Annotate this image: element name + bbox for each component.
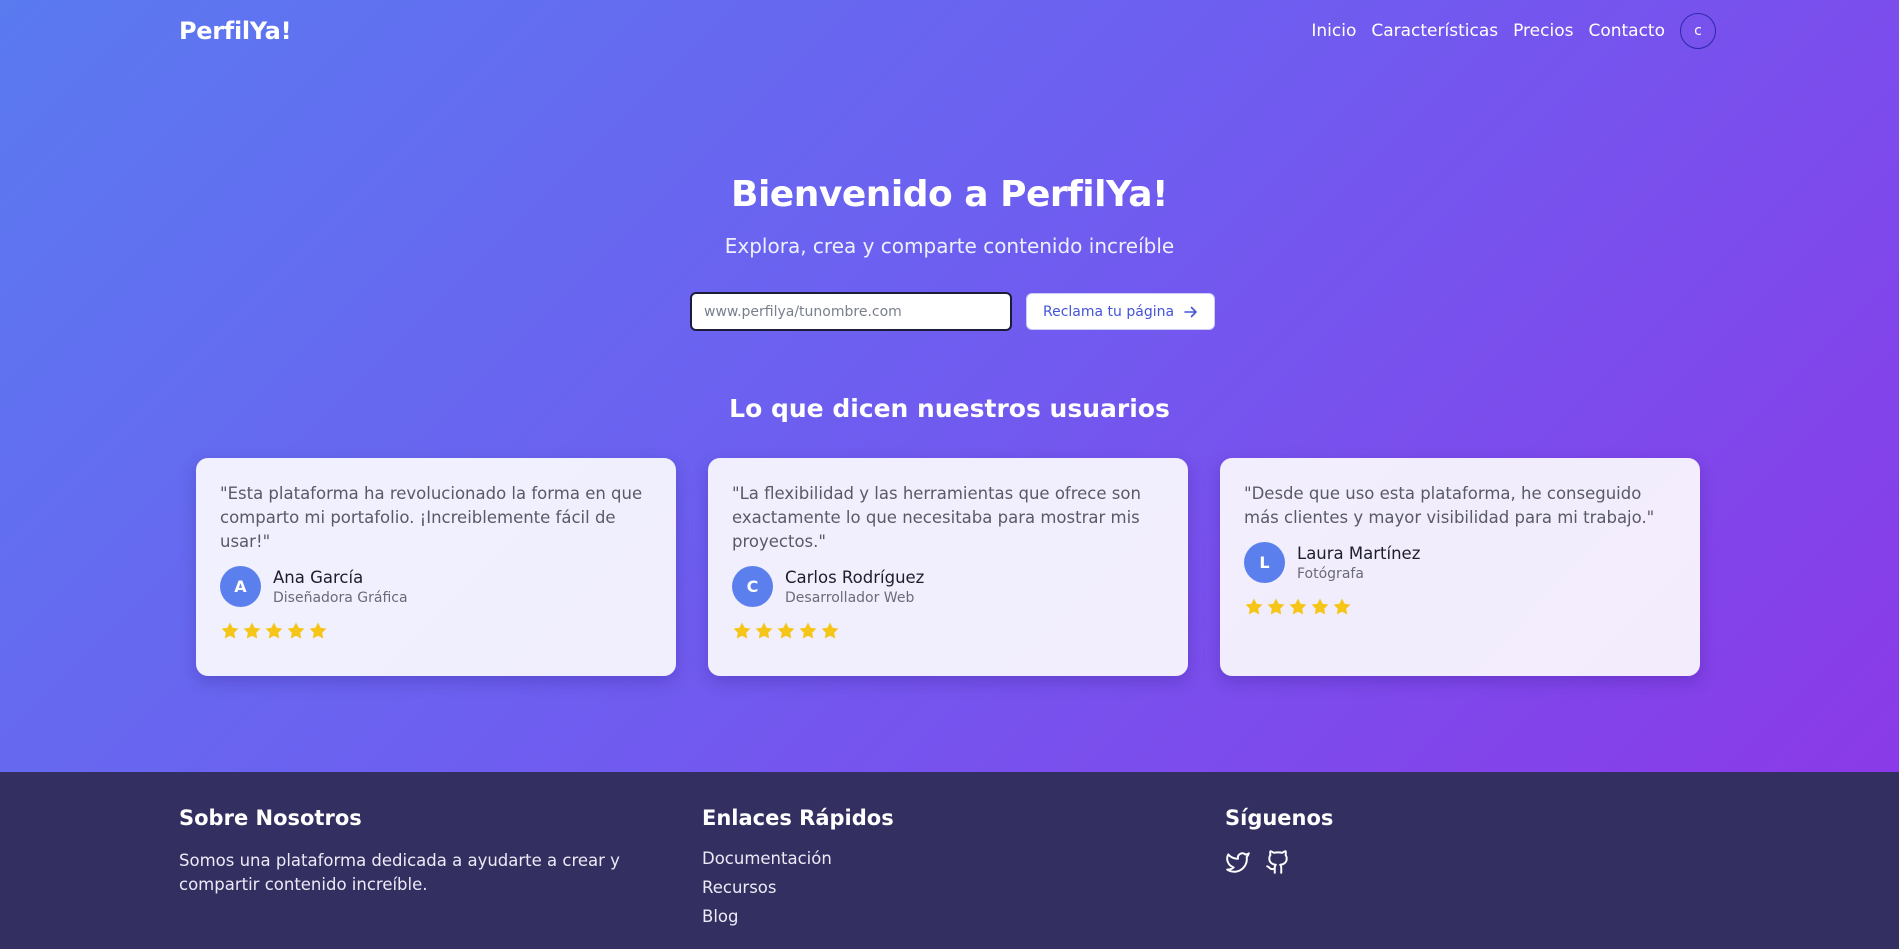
claim-button-label: Reclama tu página [1043,303,1175,320]
footer-link-recursos[interactable]: Recursos [702,878,894,897]
footer-about: Sobre Nosotros Somos una plataforma dedi… [179,806,659,897]
avatar: C [732,566,773,607]
avatar: L [1244,542,1285,583]
star-icon [287,622,305,639]
testimonial-quote: "Esta plataforma ha revolucionado la for… [220,484,643,551]
star-icon [733,622,751,639]
star-icon [821,622,839,639]
footer-about-text: Somos una plataforma dedicada a ayudarte… [179,851,620,894]
hero-section: PerfilYa! Inicio Características Precios… [0,0,1899,772]
footer-social: Síguenos [1225,806,1333,875]
testimonial-card: "Desde que uso esta plataforma, he conse… [1220,458,1700,676]
main-nav: Inicio Características Precios Contacto … [1311,13,1716,49]
footer-links-title: Enlaces Rápidos [702,806,894,830]
star-icon [243,622,261,639]
author-role: Fotógrafa [1297,565,1364,582]
star-rating [1244,597,1676,617]
star-icon [265,622,283,639]
author-name: Laura Martínez [1297,543,1421,563]
footer-about-title: Sobre Nosotros [179,806,362,830]
author-role: Diseñadora Gráfica [273,589,408,606]
claim-page-button[interactable]: Reclama tu página [1026,293,1216,330]
star-icon [777,622,795,639]
star-icon [221,622,239,639]
claim-form: Reclama tu página [690,292,1216,331]
avatar: A [220,566,261,607]
twitter-icon[interactable] [1225,849,1251,875]
footer-social-title: Síguenos [1225,806,1334,830]
testimonial-author: C Carlos Rodríguez Desarrollador Web [732,566,1164,607]
footer-links: Enlaces Rápidos Documentación Recursos B… [702,806,894,936]
nav-link-caracteristicas[interactable]: Características [1371,21,1498,41]
star-icon [1245,598,1263,615]
star-rating [220,621,652,641]
hero-title: Bienvenido a PerfilYa! [731,174,1168,215]
author-name: Carlos Rodríguez [785,567,925,587]
nav-link-inicio[interactable]: Inicio [1311,21,1356,41]
nav-link-precios[interactable]: Precios [1513,21,1573,41]
testimonial-quote: "Desde que uso esta plataforma, he conse… [1244,484,1655,527]
user-avatar-button[interactable]: c [1680,13,1716,49]
author-name: Ana García [273,567,364,587]
star-icon [1289,598,1307,615]
profile-url-input[interactable] [690,292,1012,331]
testimonial-author: A Ana García Diseñadora Gráfica [220,566,652,607]
nav-link-contacto[interactable]: Contacto [1588,21,1665,41]
author-role: Desarrollador Web [785,589,915,606]
star-icon [309,622,327,639]
testimonial-card: "Esta plataforma ha revolucionado la for… [196,458,676,676]
arrow-right-icon [1184,306,1197,317]
star-rating [732,621,1164,641]
star-icon [1333,598,1351,615]
footer-link-documentacion[interactable]: Documentación [702,849,894,868]
star-icon [1311,598,1329,615]
testimonials-title: Lo que dicen nuestros usuarios [729,394,1170,423]
hero-subtitle: Explora, crea y comparte contenido incre… [724,234,1175,258]
footer-link-blog[interactable]: Blog [702,907,894,926]
star-icon [1267,598,1285,615]
github-icon[interactable] [1265,849,1291,875]
testimonial-author: L Laura Martínez Fotógrafa [1244,542,1676,583]
testimonial-card: "La flexibilidad y las herramientas que … [708,458,1188,676]
social-links [1225,849,1333,875]
site-footer: Sobre Nosotros Somos una plataforma dedi… [0,772,1899,949]
testimonial-quote: "La flexibilidad y las herramientas que … [732,484,1141,551]
star-icon [755,622,773,639]
brand-logo[interactable]: PerfilYa! [179,17,292,45]
star-icon [799,622,817,639]
